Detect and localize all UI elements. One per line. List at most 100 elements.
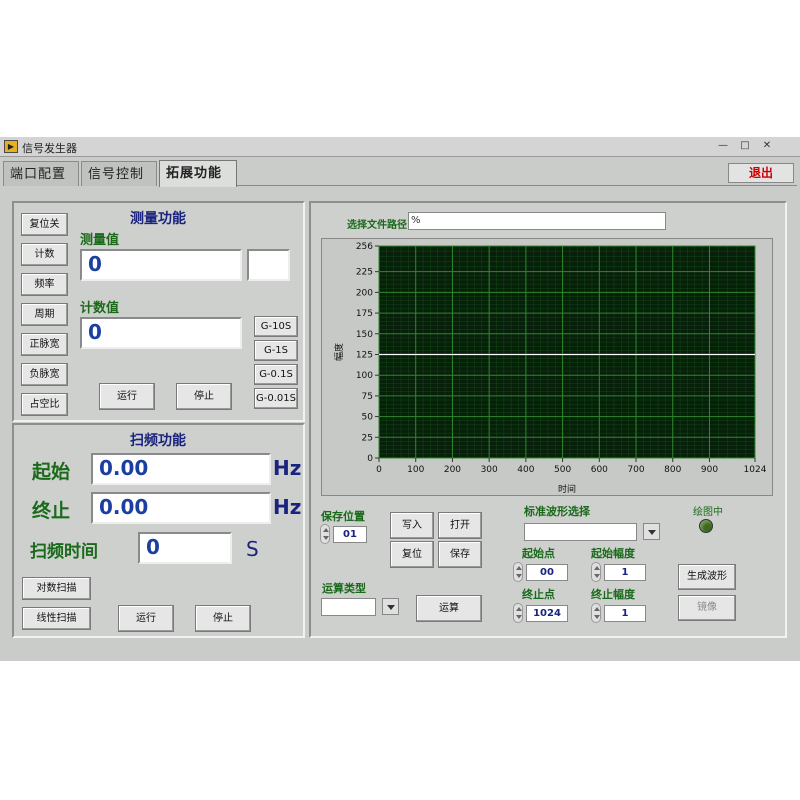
gate-0-1s-button[interactable]: G-0.1S	[254, 364, 298, 385]
sweep-run-button[interactable]: 运行	[118, 605, 174, 632]
mirror-button[interactable]: 镜像	[678, 595, 736, 621]
sweep-title: 扫频功能	[130, 433, 186, 449]
start-point-label: 起始点	[522, 547, 555, 560]
sweep-start-unit: Hz	[273, 456, 302, 480]
x-tick-label: 600	[591, 465, 608, 475]
reset-button[interactable]: 复位	[390, 541, 434, 568]
tab-extended-functions[interactable]: 拓展功能	[159, 160, 237, 187]
y-tick-label: 256	[356, 242, 373, 252]
save-position-field[interactable]: 01	[333, 526, 367, 543]
x-tick-label: 200	[444, 465, 461, 475]
measure-value-label: 测量值	[80, 233, 120, 248]
write-button[interactable]: 写入	[390, 512, 434, 539]
labview-icon: ▶	[4, 140, 18, 153]
minimize-icon[interactable]: —	[714, 139, 732, 153]
y-axis-label: 幅度	[333, 343, 345, 361]
x-tick-label: 1024	[744, 465, 767, 475]
sweep-time-field[interactable]: 0	[138, 532, 232, 564]
measure-run-button[interactable]: 运行	[99, 383, 155, 410]
count-value-field: 0	[80, 317, 242, 349]
title-bar: ▶ 信号发生器 — □ ✕	[0, 137, 800, 157]
x-tick-label: 100	[407, 465, 424, 475]
operation-type-select[interactable]	[321, 598, 376, 616]
count-value-label: 计数值	[80, 301, 120, 316]
y-tick-label: 100	[356, 371, 373, 381]
y-tick-label: 50	[362, 413, 374, 423]
tab-signal-control[interactable]: 信号控制	[81, 161, 157, 186]
maximize-icon[interactable]: □	[736, 139, 754, 153]
frequency-button[interactable]: 频率	[21, 273, 68, 296]
measure-panel: 测量功能 复位关 计数 频率 周期 正脉宽 负脉宽 占空比 测量值 0 计数值 …	[12, 201, 305, 422]
sweep-stop-button[interactable]: 停止	[195, 605, 251, 632]
generate-waveform-button[interactable]: 生成波形	[678, 564, 736, 590]
folder-path-icon: %	[411, 215, 421, 226]
sweep-panel: 扫频功能 起始 0.00 Hz 终止 0.00 Hz 扫频时间 0 S 对数扫描…	[12, 423, 305, 638]
end-point-field[interactable]: 1024	[526, 605, 568, 622]
start-amplitude-spinner[interactable]	[591, 562, 601, 582]
save-position-spinner[interactable]	[320, 524, 330, 544]
operation-type-dropdown-icon[interactable]	[382, 598, 399, 615]
drawing-status-label: 绘图中	[693, 507, 723, 518]
gate-10s-button[interactable]: G-10S	[254, 316, 298, 337]
tab-port-config[interactable]: 端口配置	[3, 161, 79, 186]
x-tick-label: 700	[627, 465, 644, 475]
x-tick-label: 300	[481, 465, 498, 475]
measure-stop-button[interactable]: 停止	[176, 383, 232, 410]
gate-0-01s-button[interactable]: G-0.01S	[254, 388, 298, 409]
open-button[interactable]: 打开	[438, 512, 482, 539]
end-amplitude-field[interactable]: 1	[604, 605, 646, 622]
sweep-time-label: 扫频时间	[30, 542, 98, 562]
linear-sweep-button[interactable]: 线性扫描	[22, 607, 91, 630]
close-icon[interactable]: ✕	[758, 139, 776, 153]
file-path-field[interactable]: %	[408, 212, 666, 230]
y-tick-label: 150	[356, 330, 373, 340]
tab-divider	[237, 185, 797, 186]
x-axis-label: 时间	[558, 483, 576, 495]
sweep-start-label: 起始	[32, 461, 71, 483]
x-tick-label: 900	[701, 465, 718, 475]
standard-wave-select[interactable]	[524, 523, 637, 541]
end-amplitude-spinner[interactable]	[591, 603, 601, 623]
y-tick-label: 125	[356, 350, 373, 360]
drawing-status-led	[699, 519, 713, 533]
waveform-chart: 0 25 50 75 100 125 150 175 200 225 256 0 100 200 300 4…	[321, 238, 773, 496]
y-tick-label: 75	[362, 392, 373, 402]
duty-cycle-button[interactable]: 占空比	[21, 393, 68, 416]
end-point-spinner[interactable]	[513, 603, 523, 623]
reset-off-button[interactable]: 复位关	[21, 213, 68, 236]
positive-pulse-width-button[interactable]: 正脉宽	[21, 333, 68, 356]
x-tick-label: 0	[376, 465, 382, 475]
start-amplitude-label: 起始幅度	[591, 547, 635, 560]
sweep-time-unit: S	[246, 537, 259, 561]
end-amplitude-label: 终止幅度	[591, 588, 635, 601]
gate-1s-button[interactable]: G-1S	[254, 340, 298, 361]
window-title: 信号发生器	[22, 142, 77, 155]
y-tick-label: 25	[362, 433, 373, 443]
waveform-chart-svg: 0 25 50 75 100 125 150 175 200 225 256 0 100 200 300 4…	[333, 242, 767, 495]
measure-title: 测量功能	[130, 211, 186, 227]
y-tick-label: 200	[356, 288, 373, 298]
y-axis-ticks: 0 25 50 75 100 125 150 175 200 225 256	[356, 242, 379, 464]
negative-pulse-width-button[interactable]: 负脉宽	[21, 363, 68, 386]
measure-unit-field	[247, 249, 290, 281]
compute-button[interactable]: 运算	[416, 595, 482, 622]
operation-type-label: 运算类型	[322, 582, 366, 595]
sweep-start-field[interactable]: 0.00	[91, 453, 271, 485]
save-button[interactable]: 保存	[438, 541, 482, 568]
start-amplitude-field[interactable]: 1	[604, 564, 646, 581]
period-button[interactable]: 周期	[21, 303, 68, 326]
sweep-end-field[interactable]: 0.00	[91, 492, 271, 524]
start-point-field[interactable]: 00	[526, 564, 568, 581]
x-tick-label: 500	[554, 465, 571, 475]
x-tick-label: 400	[517, 465, 534, 475]
start-point-spinner[interactable]	[513, 562, 523, 582]
standard-wave-dropdown-icon[interactable]	[643, 523, 660, 540]
exit-button[interactable]: 退出	[728, 163, 794, 183]
count-button[interactable]: 计数	[21, 243, 68, 266]
y-tick-label: 225	[356, 268, 373, 278]
x-tick-label: 800	[664, 465, 681, 475]
standard-wave-label: 标准波形选择	[524, 505, 590, 518]
y-tick-label: 0	[367, 454, 373, 464]
log-sweep-button[interactable]: 对数扫描	[22, 577, 91, 600]
plot-area	[378, 245, 756, 459]
